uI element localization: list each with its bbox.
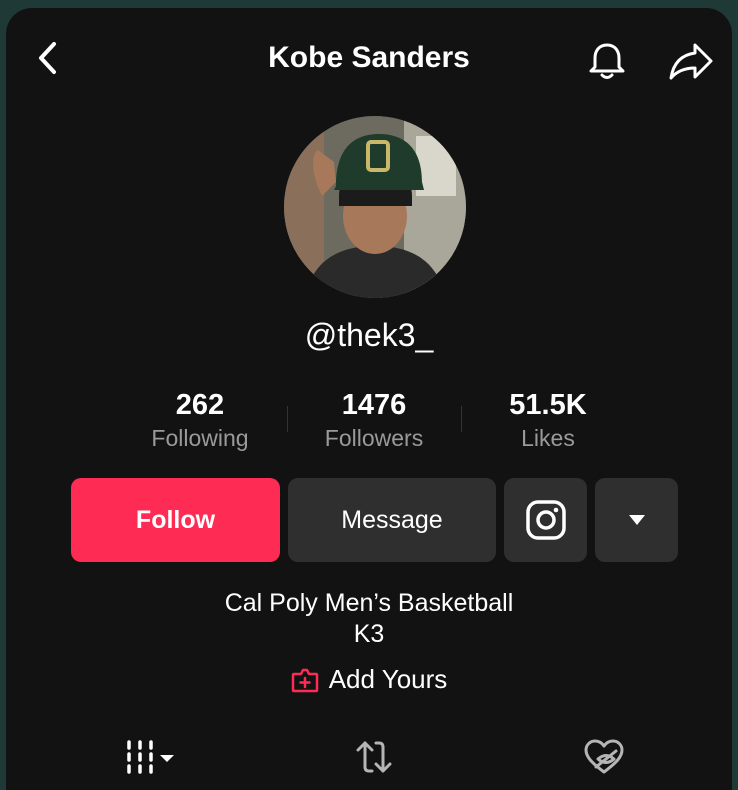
add-yours-link[interactable]: Add Yours <box>6 664 732 695</box>
bio-line: Cal Poly Men’s Basketball <box>224 589 514 617</box>
share-button[interactable] <box>666 38 716 84</box>
tab-liked[interactable] <box>574 734 634 780</box>
avatar-photo <box>284 116 466 298</box>
bio-line: K3 <box>353 620 385 648</box>
followers-label: Followers <box>324 425 424 451</box>
avatar[interactable] <box>284 116 466 298</box>
share-arrow-icon <box>669 43 713 80</box>
profile-screen: Kobe Sanders @thek3_ 262 Following 1476 … <box>6 8 732 790</box>
repost-icon <box>356 741 392 773</box>
add-yours-icon <box>291 668 318 692</box>
more-options-button[interactable] <box>595 478 678 562</box>
tab-videos[interactable] <box>114 734 184 780</box>
bell-icon <box>589 43 625 79</box>
instagram-button[interactable] <box>504 478 587 562</box>
following-count: 262 <box>175 389 225 421</box>
follow-button[interactable]: Follow <box>71 478 280 562</box>
tab-reposts[interactable] <box>344 734 404 780</box>
grid-icon <box>127 740 174 774</box>
instagram-icon <box>525 500 566 540</box>
username-handle: @thek3_ <box>304 317 434 353</box>
caret-down-icon <box>628 515 645 525</box>
notifications-button[interactable] <box>584 38 630 84</box>
add-yours-label: Add Yours <box>328 664 448 694</box>
likes-label: Likes <box>521 425 575 451</box>
likes-stat[interactable]: 51.5K Likes <box>458 388 638 454</box>
following-label: Following <box>151 425 249 451</box>
following-stat[interactable]: 262 Following <box>110 388 290 454</box>
hidden-heart-icon <box>584 739 624 774</box>
message-button[interactable]: Message <box>288 478 496 562</box>
followers-stat[interactable]: 1476 Followers <box>284 388 464 454</box>
likes-count: 51.5K <box>509 389 587 421</box>
followers-count: 1476 <box>341 389 407 421</box>
